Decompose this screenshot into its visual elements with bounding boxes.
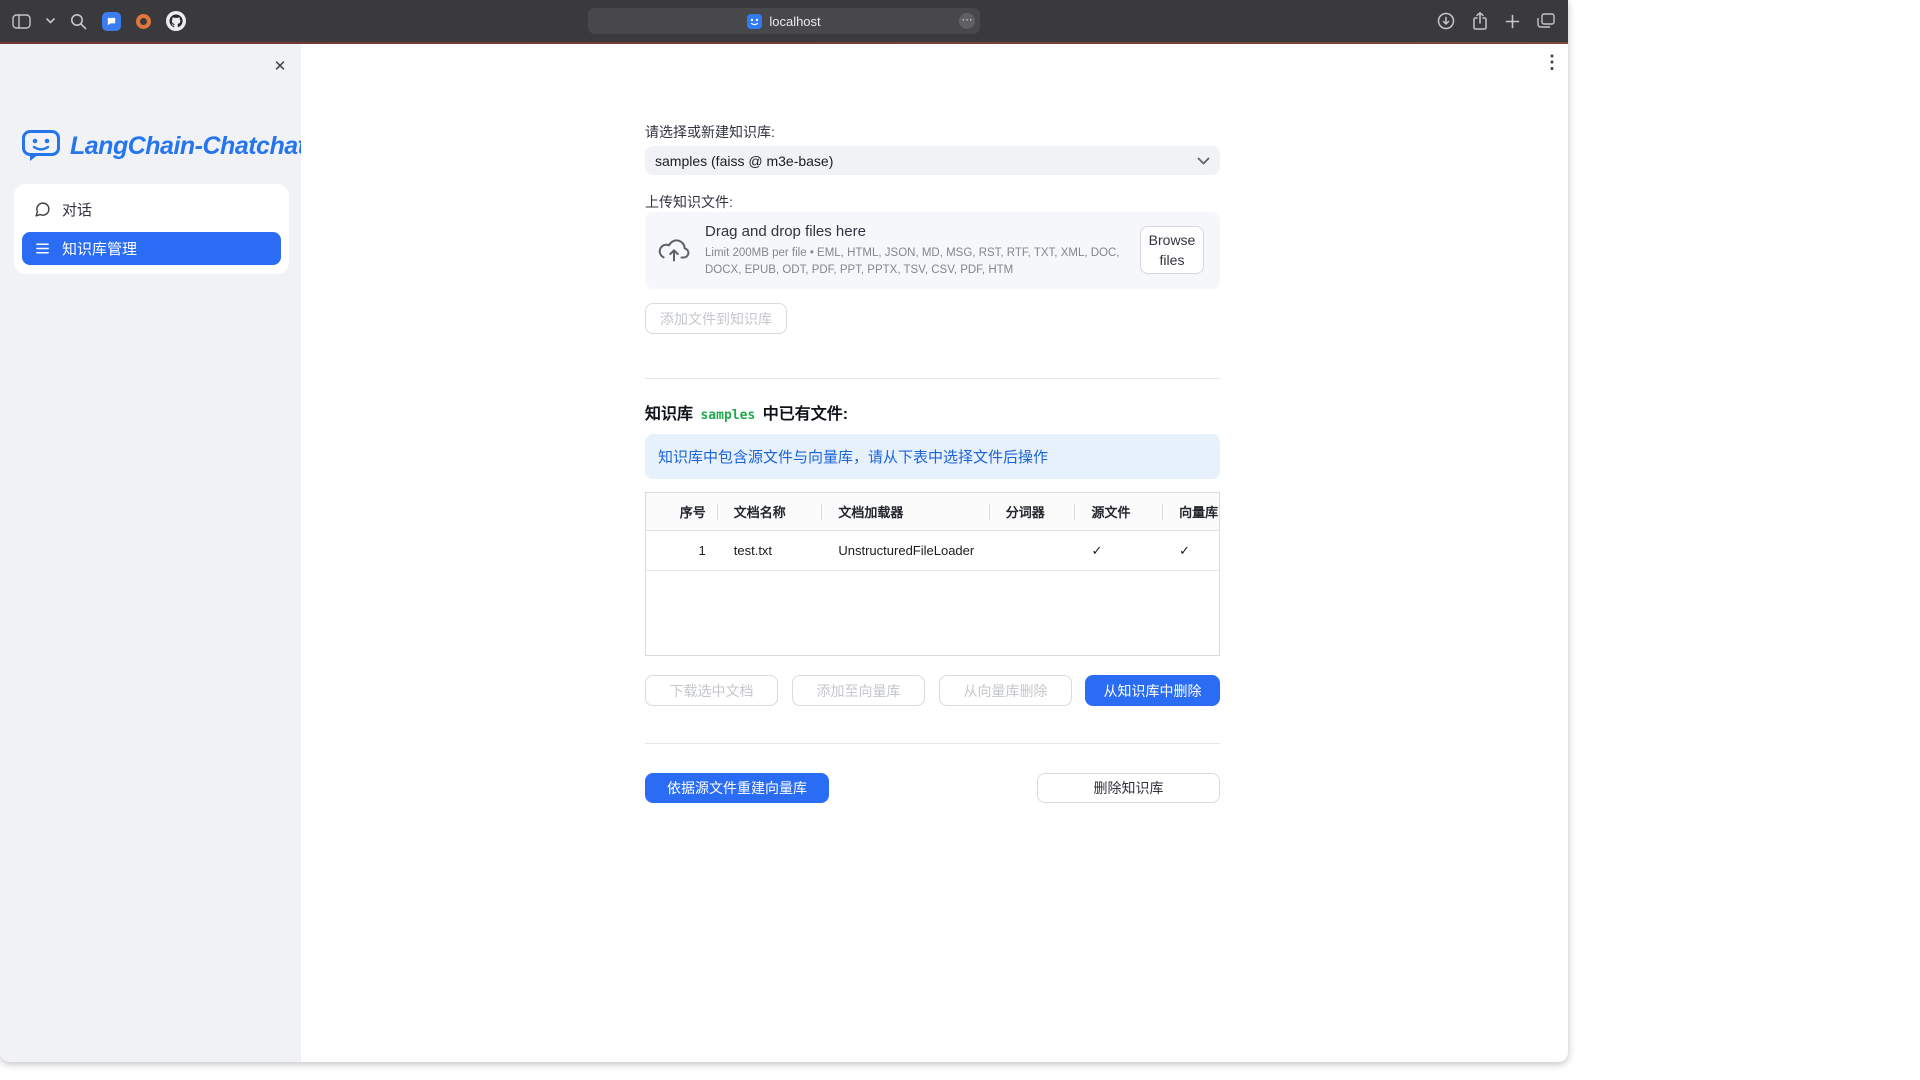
address-bar[interactable]: localhost ⋯ [588, 8, 980, 34]
url-text: localhost [769, 14, 820, 29]
info-banner: 知识库中包含源文件与向量库，请从下表中选择文件后操作 [645, 434, 1220, 479]
header-no[interactable]: 序号 [646, 493, 718, 530]
sidebar-toggle-icon[interactable] [12, 14, 31, 29]
remove-from-vector-button[interactable]: 从向量库删除 [939, 675, 1072, 706]
extension-orange-icon[interactable] [136, 14, 151, 29]
knowledge-base-icon [34, 240, 51, 257]
sidebar-item-chat[interactable]: 对话 [22, 193, 281, 226]
chevron-down-icon [1197, 157, 1210, 165]
browse-files-button[interactable]: Browse files [1140, 226, 1204, 274]
kb-name-code: samples [697, 408, 758, 423]
table-row[interactable]: 1 test.txt UnstructuredFileLoader ✓ ✓ [646, 531, 1219, 571]
site-favicon [747, 14, 762, 29]
add-files-button[interactable]: 添加文件到知识库 [645, 303, 787, 334]
downloads-icon[interactable] [1437, 12, 1455, 30]
github-icon[interactable] [166, 11, 186, 31]
kb-select-value: samples (faiss @ m3e-base) [655, 153, 833, 169]
divider [645, 378, 1220, 379]
chat-bubble-icon [34, 201, 51, 218]
cell-source-check: ✓ [1075, 531, 1163, 570]
browser-window: localhost ⋯ ✕ LangChain-Chatchat [0, 0, 1568, 1062]
sidebar-item-knowledge-base[interactable]: 知识库管理 [22, 232, 281, 265]
files-heading: 知识库 samples 中已有文件: [645, 400, 848, 424]
dropzone-title: Drag and drop files here [705, 223, 1133, 240]
header-doc-loader[interactable]: 文档加载器 [822, 493, 989, 530]
header-splitter[interactable]: 分词器 [990, 493, 1076, 530]
sidebar-nav: 对话 知识库管理 [14, 184, 289, 274]
upload-label: 上传知识文件: [645, 192, 733, 212]
cloud-upload-icon [658, 237, 690, 264]
add-to-vector-button[interactable]: 添加至向量库 [792, 675, 925, 706]
extensions-badge-icon[interactable]: ⋯ [959, 13, 975, 29]
file-dropzone[interactable]: Drag and drop files here Limit 200MB per… [645, 212, 1220, 289]
delete-from-kb-button[interactable]: 从知识库中删除 [1085, 675, 1220, 706]
table-header-row: 序号 文档名称 文档加载器 分词器 源文件 向量库 [646, 493, 1219, 531]
files-heading-prefix: 知识库 [645, 406, 693, 423]
sidebar-item-label: 知识库管理 [62, 238, 137, 259]
files-heading-suffix: 中已有文件: [763, 406, 848, 423]
cell-no: 1 [646, 531, 718, 570]
kb-select-label: 请选择或新建知识库: [645, 122, 775, 142]
rebuild-vector-store-button[interactable]: 依据源文件重建向量库 [645, 773, 829, 803]
header-doc-name[interactable]: 文档名称 [718, 493, 823, 530]
cell-vector-check: ✓ [1163, 531, 1219, 570]
search-icon[interactable] [70, 13, 87, 30]
extension-blue-icon[interactable] [102, 12, 121, 31]
sidebar-close-icon[interactable]: ✕ [269, 55, 291, 77]
divider [645, 743, 1220, 744]
browser-toolbar: localhost ⋯ [0, 0, 1568, 42]
share-icon[interactable] [1472, 12, 1488, 31]
header-source-file[interactable]: 源文件 [1075, 493, 1163, 530]
dropzone-limit-text: Limit 200MB per file • EML, HTML, JSON, … [705, 245, 1133, 277]
app-menu-icon[interactable]: ⋮ [1541, 50, 1563, 74]
cell-splitter [990, 531, 1076, 570]
cell-doc-name: test.txt [718, 531, 823, 570]
sidebar-item-label: 对话 [62, 199, 92, 220]
new-tab-icon[interactable] [1505, 14, 1520, 29]
app-logo: LangChain-Chatchat [21, 128, 305, 164]
table-empty-area [646, 571, 1219, 655]
header-vector-store[interactable]: 向量库 [1163, 493, 1219, 530]
delete-kb-button[interactable]: 删除知识库 [1037, 773, 1220, 803]
kb-select[interactable]: samples (faiss @ m3e-base) [645, 146, 1220, 175]
app-logo-text: LangChain-Chatchat [70, 132, 305, 161]
cell-doc-loader: UnstructuredFileLoader [822, 531, 989, 570]
sidebar: ✕ LangChain-Chatchat 对话 知识库管理 [0, 44, 301, 1062]
tab-overview-icon[interactable] [1537, 13, 1555, 29]
download-selected-button[interactable]: 下载选中文档 [645, 675, 778, 706]
main-content: ⋮ 请选择或新建知识库: samples (faiss @ m3e-base) … [301, 44, 1568, 1062]
chevron-down-icon[interactable] [46, 18, 55, 24]
files-table: 序号 文档名称 文档加载器 分词器 源文件 向量库 1 test.txt Uns… [645, 492, 1220, 656]
chat-logo-icon [21, 128, 61, 164]
